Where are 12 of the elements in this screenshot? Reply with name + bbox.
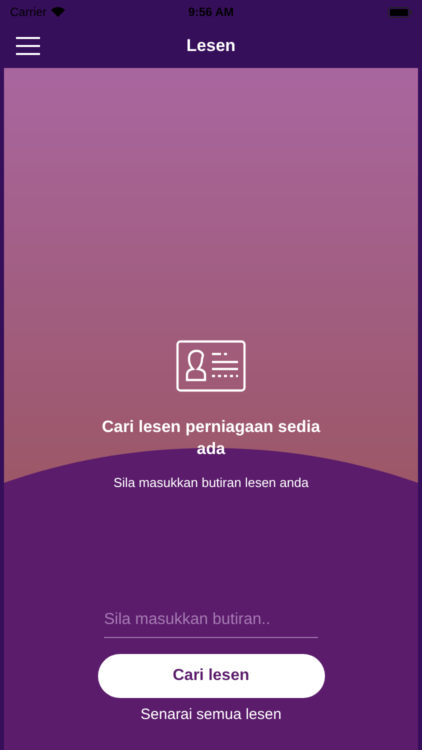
wifi-icon [50,7,65,17]
screen-title: Lesen [186,35,236,58]
search-field[interactable]: Sila masukkan butiran.. [104,602,318,638]
time-label: 9:56 AM [188,4,234,21]
battery-icon [388,6,412,18]
id-card-icon [176,340,246,392]
hero-subtitle: Sila masukkan butiran lesen anda [113,474,309,492]
hero-title: Cari lesen perniagaan sedia ada [100,417,322,460]
carrier-label: Carrier [10,4,47,21]
list-all-licenses-link[interactable]: Senarai semua lesen [140,705,282,725]
menu-icon[interactable] [16,37,40,55]
search-license-button[interactable]: Cari lesen [98,654,324,698]
